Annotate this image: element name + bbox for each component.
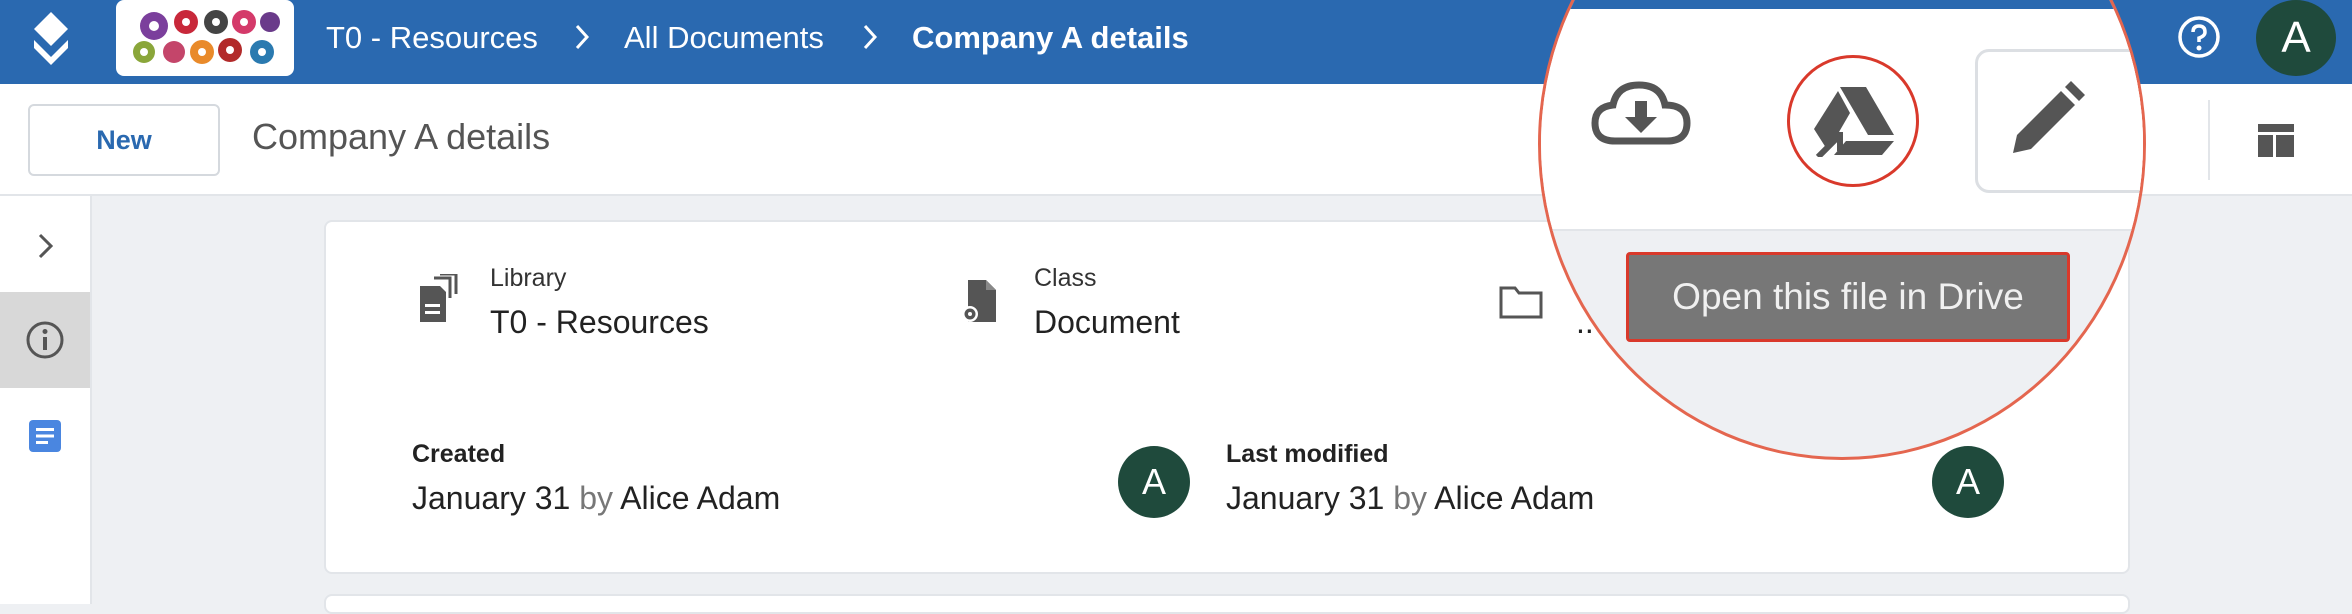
created-by-word: by [579,480,614,516]
breadcrumb-current: Company A details [912,20,1189,55]
document-icon [29,420,61,452]
new-button[interactable]: New [28,104,220,176]
chevron-right-icon [575,24,590,50]
library-icon [420,274,458,322]
open-in-drive-button[interactable] [1787,55,1919,187]
modified-by-word: by [1393,480,1428,516]
left-sidebar [0,196,92,604]
sidebar-item-info[interactable] [0,292,90,388]
download-button[interactable] [1589,61,1693,165]
modified-by-user[interactable]: Alice Adam [1434,480,1594,516]
chevron-right-icon [863,24,878,50]
google-drive-icon [1814,87,1894,157]
folder-icon [1499,286,1543,319]
modified-date: January 31 [1226,480,1385,516]
creator-avatar[interactable]: A [1118,446,1190,518]
edit-button[interactable] [1975,49,2143,193]
created-value: January 31 by Alice Adam [412,480,780,517]
modifier-avatar[interactable]: A [1932,446,2004,518]
created-label: Created [412,440,506,468]
next-card [324,594,2130,614]
toolbar-divider [2208,100,2210,180]
modified-label: Last modified [1226,440,1389,468]
library-label: Library [490,264,567,292]
document-class-icon [962,280,996,322]
breadcrumb-library[interactable]: T0 - Resources [326,20,538,56]
organization-logo[interactable] [116,0,294,76]
magnified-header [1541,0,2143,9]
layout-icon[interactable] [2256,120,2296,160]
created-by-user[interactable]: Alice Adam [620,480,780,516]
class-value: Document [1034,304,1180,340]
chevron-right-icon [38,233,54,259]
info-icon [26,321,64,359]
class-label: Class [1034,264,1097,292]
expand-sidebar-button[interactable] [0,198,90,294]
breadcrumb-all-documents[interactable]: All Documents [624,20,824,56]
cloud-download-icon [1591,81,1691,145]
gears-logo-icon [133,10,280,64]
library-value[interactable]: T0 - Resources [490,304,709,341]
modified-value: January 31 by Alice Adam [1226,480,1594,517]
created-date: January 31 [412,480,571,516]
help-icon[interactable] [2176,14,2222,60]
user-avatar[interactable]: A [2256,0,2336,76]
sidebar-item-document[interactable] [0,388,90,484]
open-in-drive-tooltip: Open this file in Drive [1626,252,2070,342]
app-logo-icon[interactable] [30,10,72,68]
document-title: Company A details [252,116,551,157]
pencil-icon [2013,81,2085,153]
